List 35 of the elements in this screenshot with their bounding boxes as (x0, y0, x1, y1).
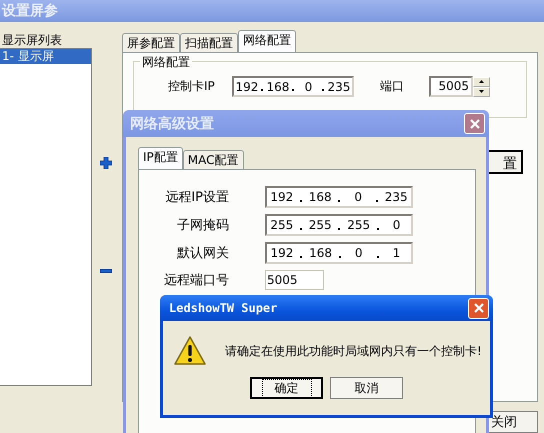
tab[interactable]: 屏参配置 (122, 33, 180, 52)
port-field[interactable]: 5005 (265, 270, 324, 290)
ip-field[interactable]: 255 255 255 0 (265, 214, 413, 236)
down-arrow-icon[interactable] (479, 90, 484, 93)
field-label: 控制卡IP (168, 78, 216, 95)
up-arrow-icon[interactable] (479, 80, 484, 83)
close-icon (472, 302, 484, 314)
field-label: 子网掩码 (176, 217, 229, 234)
message-title: LedshowTW Super (169, 301, 278, 315)
window-title: 设置屏参 (2, 2, 58, 20)
group-title: 网络配置 (140, 54, 192, 71)
spinner[interactable] (473, 76, 490, 96)
field-label: 默认网关 (176, 245, 229, 262)
close-button[interactable]: 关闭 (486, 411, 538, 433)
list-label: 显示屏列表 (2, 32, 63, 48)
close-button[interactable] (468, 298, 489, 318)
list-item[interactable]: 1- 显示屏 (0, 49, 91, 64)
ip-field[interactable]: 192 168 0 235 (232, 76, 354, 97)
tab[interactable]: IP配置 (138, 147, 183, 169)
ip-field[interactable]: 192 168 0 235 (265, 186, 413, 208)
field-label: 远程IP设置 (164, 189, 229, 206)
tab[interactable]: 扫描配置 (180, 33, 238, 52)
port-field[interactable]: 5005 (429, 76, 473, 97)
tab[interactable]: MAC配置 (182, 150, 244, 169)
close-icon (468, 118, 480, 130)
dialog-button[interactable]: 确定 (250, 377, 323, 399)
warning-icon (173, 335, 207, 367)
dialog-button[interactable]: 取消 (330, 377, 403, 399)
plus-icon[interactable] (100, 157, 112, 169)
field-label: 端口 (380, 78, 405, 95)
dialog-title: 网络高级设置 (130, 114, 214, 132)
tab[interactable]: 网络配置 (238, 30, 296, 52)
ip-field[interactable]: 192 168 0 1 (265, 242, 413, 264)
field-label: 远程端口号 (163, 272, 229, 289)
message-text: 请确定在使用此功能时局域网内只有一个控制卡! (225, 342, 482, 360)
